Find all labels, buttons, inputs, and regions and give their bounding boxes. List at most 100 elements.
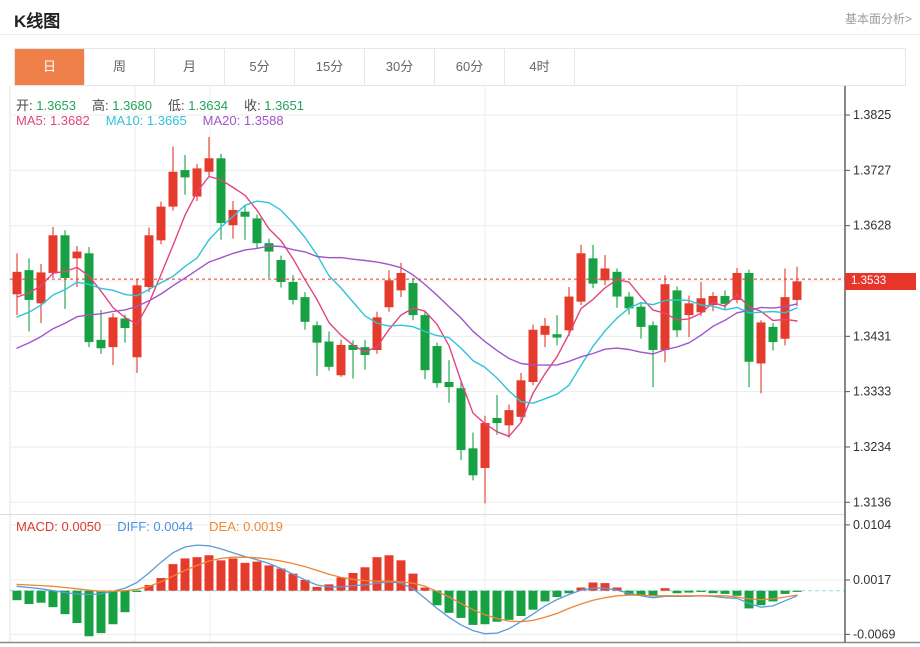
readout-pair: MA5: 1.3682: [16, 113, 90, 128]
macd-axis-label: -0.0069: [853, 627, 895, 641]
candlestick: [217, 158, 226, 223]
macd-axis-label: 0.0104: [853, 518, 891, 532]
macd-hist-bar: [265, 565, 274, 590]
dea-line: [17, 557, 797, 622]
readout-pair: DIFF: 0.0044: [117, 519, 193, 534]
macd-hist-bar: [85, 591, 94, 637]
chart-area: 1.38251.37271.36281.34311.33331.32341.31…: [0, 86, 920, 647]
macd-hist-bar: [709, 591, 718, 594]
macd-hist-bar: [661, 588, 670, 591]
page-title: K线图: [14, 7, 60, 32]
readout-pair: 低: 1.3634: [168, 98, 228, 113]
macd-hist-bar: [697, 591, 706, 592]
tab-period-7[interactable]: 4时: [505, 49, 575, 85]
y-axis-label: 1.3727: [853, 163, 891, 177]
macd-hist-bar: [769, 591, 778, 602]
macd-hist-bar: [253, 562, 262, 591]
y-axis-label: 1.3431: [853, 329, 891, 343]
macd-hist-bar: [505, 591, 514, 620]
macd-hist-bar: [121, 591, 130, 613]
macd-hist-bar: [181, 558, 190, 590]
ohlc-readout: 开: 1.3653高: 1.3680低: 1.3634收: 1.3651: [16, 95, 320, 114]
candlestick: [109, 317, 118, 347]
candlestick: [781, 297, 790, 339]
macd-hist-bar: [385, 555, 394, 590]
candlestick: [25, 270, 34, 300]
macd-hist-bar: [457, 591, 466, 618]
last-price-badge: 1.3533: [845, 273, 916, 290]
candlestick: [481, 423, 490, 468]
candlestick: [673, 290, 682, 330]
candlestick: [253, 218, 262, 243]
macd-hist-bar: [673, 591, 682, 594]
tab-period-4[interactable]: 15分: [295, 49, 365, 85]
candlestick: [769, 327, 778, 342]
candlestick: [577, 253, 586, 301]
macd-hist-bar: [229, 558, 238, 590]
candlestick: [445, 382, 454, 387]
tab-period-2[interactable]: 月: [155, 49, 225, 85]
y-axis-label: 1.3628: [853, 219, 891, 233]
kline-chart[interactable]: 1.38251.37271.36281.34311.33331.32341.31…: [0, 86, 920, 647]
candlestick: [325, 342, 334, 367]
macd-hist-bar: [529, 591, 538, 610]
macd-axis-label: 0.0017: [853, 573, 891, 587]
macd-hist-bar: [217, 560, 226, 590]
candlestick: [649, 325, 658, 350]
macd-hist-bar: [37, 591, 46, 603]
candlestick: [397, 273, 406, 290]
macd-hist-bar: [757, 591, 766, 606]
macd-hist-bar: [541, 591, 550, 602]
candlestick: [685, 303, 694, 315]
macd-hist-bar: [397, 560, 406, 590]
candlestick: [613, 272, 622, 297]
candlestick: [565, 297, 574, 331]
candlestick: [13, 272, 22, 294]
macd-hist-bar: [781, 591, 790, 594]
kline-page: K线图 基本面分析> 日周月5分15分30分60分4时 1.3825 1.3727…: [0, 0, 920, 647]
candlestick: [733, 273, 742, 300]
y-axis-label: 1.3136: [853, 495, 891, 509]
candlestick: [301, 297, 310, 322]
macd-hist-bar: [553, 591, 562, 597]
candlestick: [85, 253, 94, 342]
candlestick: [601, 268, 610, 280]
macd-hist-bar: [445, 591, 454, 613]
macd-hist-bar: [97, 591, 106, 633]
readout-pair: DEA: 0.0019: [209, 519, 283, 534]
macd-readout: MACD: 0.0050DIFF: 0.0044DEA: 0.0019: [16, 519, 299, 534]
candlestick: [373, 317, 382, 350]
tab-period-6[interactable]: 60分: [435, 49, 505, 85]
candlestick: [757, 322, 766, 363]
macd-hist-bar: [25, 591, 34, 604]
candlestick: [157, 207, 166, 241]
tab-period-5[interactable]: 30分: [365, 49, 435, 85]
tab-period-0[interactable]: 日: [15, 49, 85, 85]
candlestick: [337, 345, 346, 375]
macd-hist-bar: [313, 587, 322, 591]
candlestick: [289, 282, 298, 300]
candlestick: [385, 280, 394, 307]
macd-hist-bar: [337, 577, 346, 590]
readout-pair: MA10: 1.3665: [106, 113, 187, 128]
y-axis-label: 1.3825: [853, 108, 891, 122]
macd-hist-bar: [685, 591, 694, 593]
fundamental-analysis-link[interactable]: 基本面分析>: [845, 10, 912, 27]
readout-pair: 开: 1.3653: [16, 98, 76, 113]
macd-hist-bar: [517, 591, 526, 616]
macd-hist-bar: [133, 591, 142, 592]
candlestick: [49, 235, 58, 273]
candlestick: [265, 243, 274, 251]
candlestick: [457, 388, 466, 450]
candlestick: [493, 418, 502, 423]
macd-hist-bar: [721, 591, 730, 594]
ma-readout: MA5: 1.3682MA10: 1.3665MA20: 1.3588: [16, 113, 300, 128]
candlestick: [229, 210, 238, 225]
macd-hist-bar: [733, 591, 742, 596]
y-axis-label: 1.3234: [853, 440, 891, 454]
candlestick: [505, 410, 514, 425]
readout-pair: 高: 1.3680: [92, 98, 152, 113]
tab-period-3[interactable]: 5分: [225, 49, 295, 85]
tab-period-1[interactable]: 周: [85, 49, 155, 85]
candlestick: [541, 326, 550, 335]
